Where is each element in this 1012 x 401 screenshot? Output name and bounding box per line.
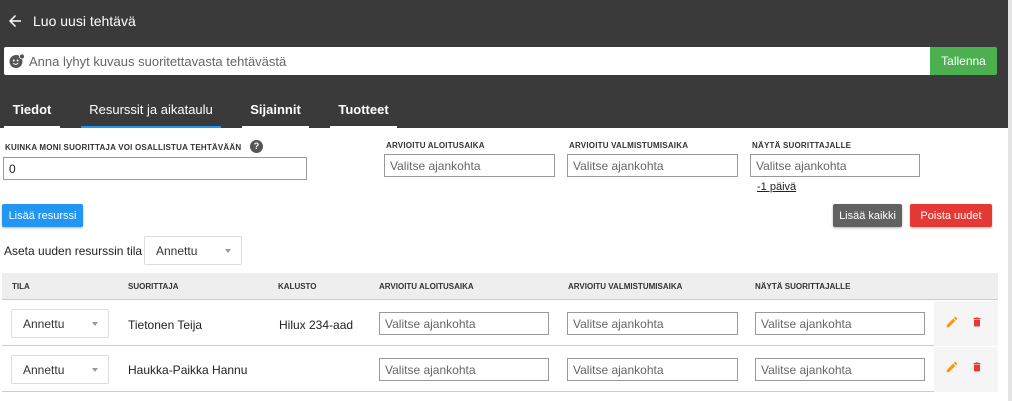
add-all-button[interactable]: Lisää kaikki <box>833 204 902 227</box>
face-speech-icon <box>9 53 25 68</box>
new-resource-status-label: Aseta uuden resurssin tila <box>4 244 143 258</box>
show-to-worker-label: NÄYTÄ SUORITTAJALLE <box>752 141 852 150</box>
table-header: TILA SUORITTAJA KALUSTO ARVIOITU ALOITUS… <box>2 273 998 300</box>
tab-resurssit-ja-aikataulu[interactable]: Resurssit ja aikataulu <box>81 92 221 128</box>
column-header-show: NÄYTÄ SUORITTAJALLE <box>755 282 851 291</box>
select-value: Annettu <box>23 317 65 331</box>
description-bar <box>4 47 930 75</box>
row-actions <box>934 347 998 392</box>
estimated-start-label: ARVIOITU ALOITUSAIKA <box>386 141 485 150</box>
minus-one-day-link[interactable]: -1 päivä <box>757 181 796 193</box>
table-row: Annettu Tietonen Teija Hilux 234-aad <box>2 301 998 346</box>
column-header-kalusto: KALUSTO <box>278 282 317 291</box>
chevron-down-icon <box>225 249 231 253</box>
add-resource-button[interactable]: Lisää resurssi <box>2 204 83 227</box>
page-title: Luo uusi tehtävä <box>33 13 136 29</box>
new-resource-status-select[interactable]: Annettu <box>144 236 242 265</box>
estimated-end-input[interactable] <box>567 154 738 177</box>
edit-icon[interactable] <box>945 360 959 374</box>
remove-new-button[interactable]: Poista uudet <box>910 204 992 227</box>
trash-icon[interactable] <box>971 360 983 374</box>
tab-sijainnit[interactable]: Sijainnit <box>242 92 309 128</box>
column-header-suorittaja: SUORITTAJA <box>128 282 179 291</box>
row-end-input[interactable] <box>567 358 738 381</box>
row-start-input[interactable] <box>379 358 549 381</box>
scrollbar[interactable] <box>1008 0 1012 401</box>
row-actions <box>934 301 998 346</box>
column-header-tila: TILA <box>12 282 30 291</box>
column-header-start: ARVIOITU ALOITUSAIKA <box>379 282 474 291</box>
show-to-worker-input[interactable] <box>750 154 920 177</box>
row-show-input[interactable] <box>755 358 925 381</box>
chevron-down-icon <box>92 368 98 372</box>
top-bar: Luo uusi tehtävä Tallenna Tiedot Resurss… <box>0 0 1008 128</box>
equipment-name: Hilux 234-aad <box>279 318 354 332</box>
description-input[interactable] <box>29 47 919 75</box>
save-button[interactable]: Tallenna <box>930 47 997 75</box>
select-value: Annettu <box>156 244 198 258</box>
row-start-input[interactable] <box>379 312 549 335</box>
edit-icon[interactable] <box>945 315 959 329</box>
arrow-back-icon[interactable] <box>6 12 24 30</box>
help-icon[interactable]: ? <box>250 140 263 153</box>
column-header-end: ARVIOITU VALMISTUMISAIKA <box>568 282 683 291</box>
row-status-select[interactable]: Annettu <box>11 309 109 338</box>
row-status-select[interactable]: Annettu <box>11 355 109 384</box>
row-show-input[interactable] <box>755 312 925 335</box>
estimated-start-input[interactable] <box>384 154 555 177</box>
trash-icon[interactable] <box>971 315 983 329</box>
participant-count-input[interactable] <box>3 157 307 180</box>
chevron-down-icon <box>92 322 98 326</box>
select-value: Annettu <box>23 363 65 377</box>
row-end-input[interactable] <box>567 312 738 335</box>
estimated-end-label: ARVIOITU VALMISTUMISAIKA <box>569 141 689 150</box>
tab-tiedot[interactable]: Tiedot <box>4 92 60 128</box>
table-row: Annettu Haukka-Paikka Hannu <box>2 347 998 392</box>
worker-name: Tietonen Teija <box>128 318 203 332</box>
worker-name: Haukka-Paikka Hannu <box>128 363 248 377</box>
participant-count-label: KUINKA MONI SUORITTAJA VOI OSALLISTUA TE… <box>5 143 242 152</box>
tab-tuotteet[interactable]: Tuotteet <box>330 92 397 128</box>
